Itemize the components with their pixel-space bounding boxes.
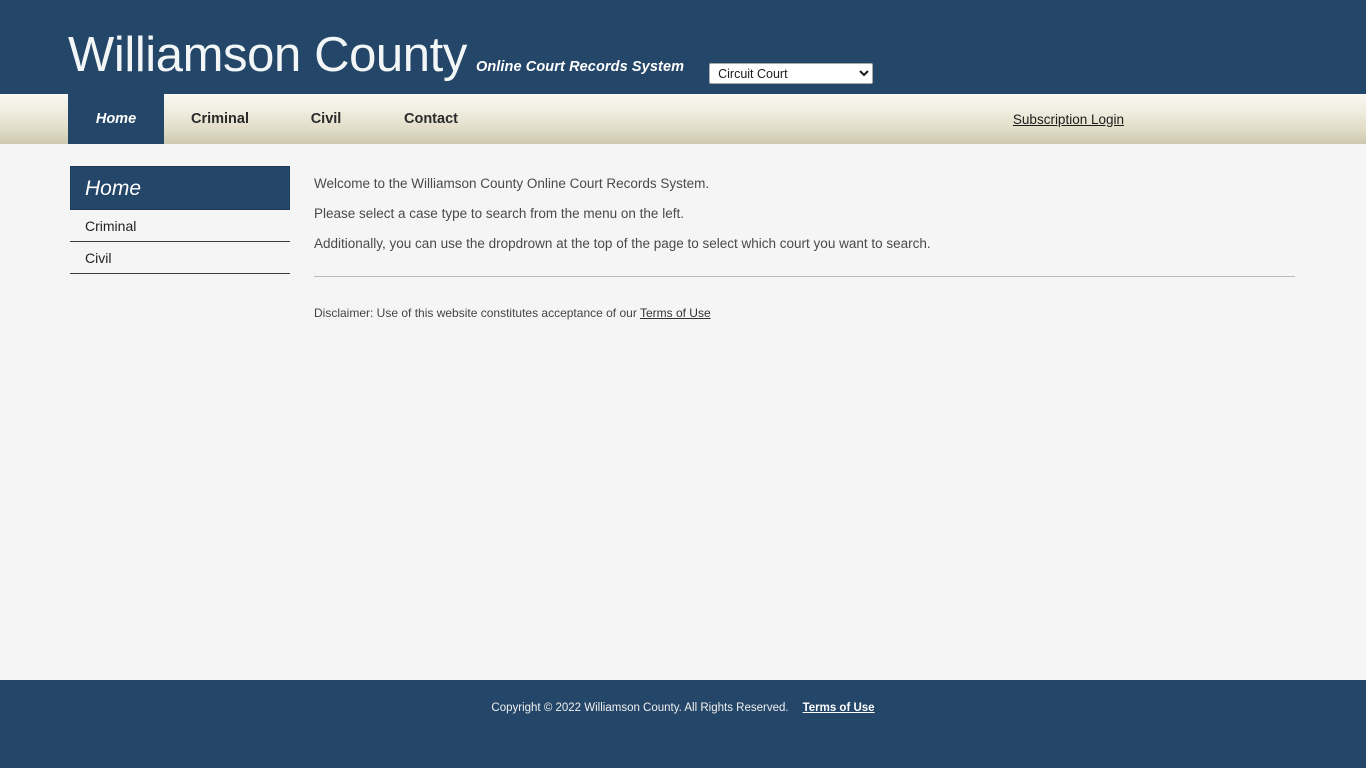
page-title: Williamson County [68, 28, 467, 82]
sidebar: Home Criminal Civil [70, 166, 290, 274]
nav-item-home-label: Home [95, 111, 137, 127]
page-root: Williamson County Online Court Records S… [0, 0, 1366, 768]
nav-item-civil[interactable]: Civil [276, 94, 376, 144]
court-select[interactable]: Circuit Court [709, 63, 874, 84]
nav-item-home[interactable]: Home [68, 94, 164, 144]
welcome-paragraph-1: Welcome to the Williamson County Online … [314, 176, 710, 191]
content-area: Home Criminal Civil Welcome to the Willi… [0, 144, 1366, 680]
nav-item-criminal-label: Criminal [190, 111, 249, 127]
nav-item-contact[interactable]: Contact [376, 94, 486, 144]
court-select-wrapper: Circuit Court [684, 63, 874, 94]
footer-text: Copyright © 2022 Williamson County. All … [0, 702, 1366, 714]
footer-terms-of-use-link[interactable]: Terms of Use [803, 702, 875, 714]
nav-item-civil-label: Civil [310, 111, 342, 127]
welcome-paragraph-3: Additionally, you can use the dropdrown … [314, 236, 931, 251]
nav-right-section: Subscription Login [1013, 94, 1366, 144]
content-divider [314, 276, 1295, 277]
site-subtitle: Online Court Records System [475, 59, 685, 75]
main-content: Welcome to the Williamson County Online … [314, 176, 1296, 320]
site-header: Williamson County Online Court Records S… [0, 0, 1366, 94]
nav-items: Home Criminal Civil Contact [68, 94, 486, 144]
nav-item-contact-label: Contact [404, 111, 458, 127]
sidebar-item-criminal[interactable]: Criminal [70, 210, 290, 242]
nav-item-criminal[interactable]: Criminal [164, 94, 276, 144]
site-footer: Copyright © 2022 Williamson County. All … [0, 680, 1366, 768]
disclaimer-prefix: Disclaimer: Use of this website constitu… [314, 306, 640, 320]
terms-of-use-link[interactable]: Terms of Use [640, 306, 711, 320]
footer-copyright: Copyright © 2022 Williamson County. All … [491, 702, 789, 714]
disclaimer-text: Disclaimer: Use of this website constitu… [314, 306, 1296, 320]
sidebar-header: Home [70, 166, 290, 210]
welcome-paragraph-2: Please select a case type to search from… [314, 206, 684, 221]
subscription-login-link[interactable]: Subscription Login [1013, 112, 1124, 127]
main-navigation: Home Criminal Civil Contact Subscription… [0, 94, 1366, 144]
header-inner: Williamson County Online Court Records S… [68, 0, 874, 94]
sidebar-item-civil[interactable]: Civil [70, 242, 290, 274]
